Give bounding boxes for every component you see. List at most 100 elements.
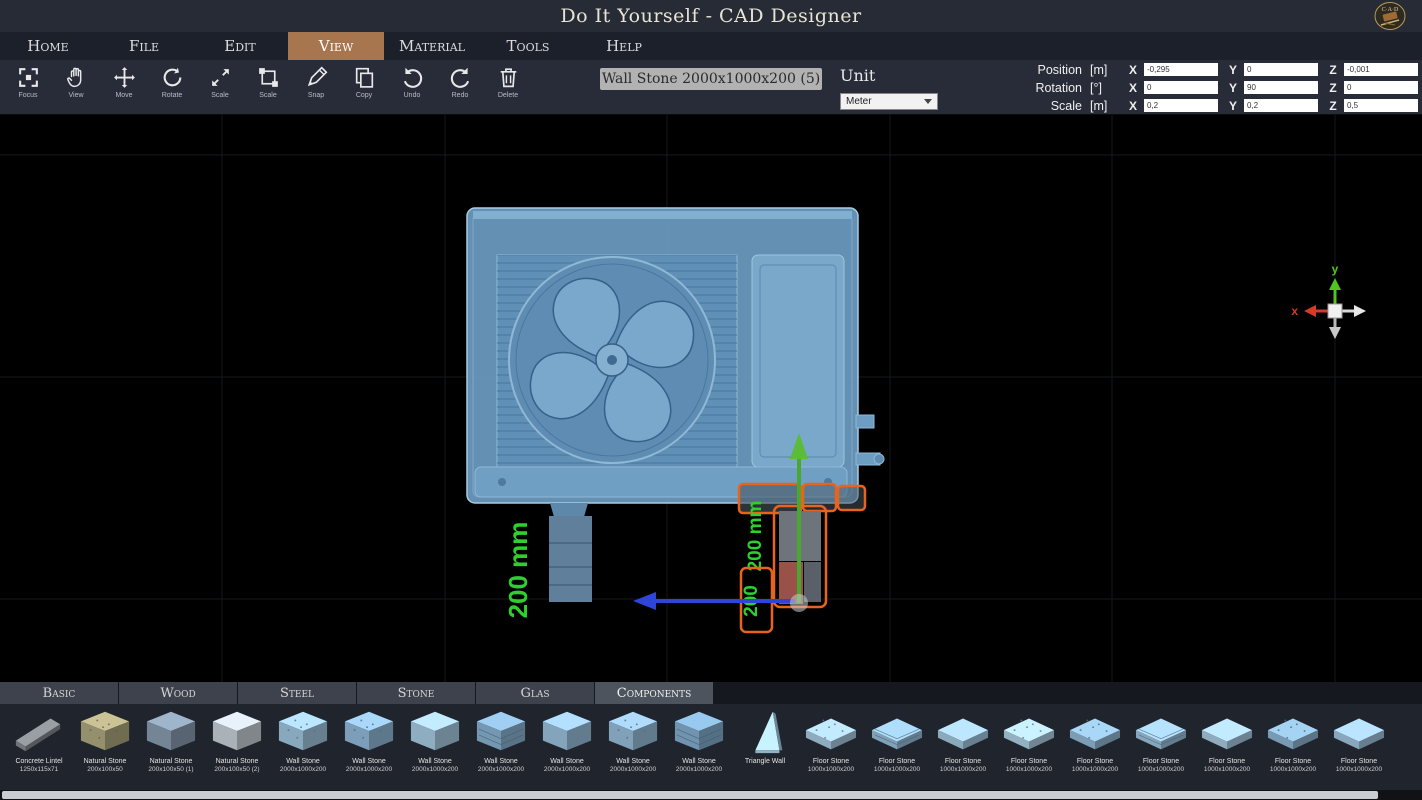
palette-thumbnail — [999, 706, 1059, 758]
palette-item[interactable]: Wall Stone2000x1000x200 — [468, 706, 534, 790]
palette-thumbnail — [603, 706, 663, 758]
toolbar-button-undo[interactable]: Undo — [388, 60, 436, 114]
toolbar-button-move[interactable]: Move — [100, 60, 148, 114]
palette-thumbnail — [669, 706, 729, 758]
tab-stone[interactable]: Stone — [357, 682, 475, 704]
transform-row-rotation: Rotation[°]XYZ — [1035, 80, 1418, 95]
palette-item[interactable]: Floor Stone1000x1000x200 — [1260, 706, 1326, 790]
palette-item-name: Floor Stone — [1209, 758, 1245, 766]
toolbar-button-snap[interactable]: Snap — [292, 60, 340, 114]
rotation-x-input[interactable] — [1144, 81, 1218, 94]
unit-dropdown-value: Meter — [846, 96, 872, 107]
palette-item-name: Wall Stone — [484, 758, 518, 766]
position-z-input[interactable] — [1344, 63, 1418, 76]
ac-unit-model[interactable] — [467, 208, 884, 517]
palette-item-name: Floor Stone — [1143, 758, 1179, 766]
palette-item[interactable]: Wall Stone2000x1000x200 — [402, 706, 468, 790]
menu-item-help[interactable]: Help — [576, 32, 672, 60]
position-x-input[interactable] — [1144, 63, 1218, 76]
toolbar-button-label: Focus — [18, 92, 37, 99]
palette-item[interactable]: Floor Stone1000x1000x200 — [1194, 706, 1260, 790]
toolbar-button-rotate[interactable]: Rotate — [148, 60, 196, 114]
palette-scrollbar[interactable] — [0, 790, 1422, 800]
palette-item[interactable]: Concrete Lintel1250x115x71 — [6, 706, 72, 790]
menu-bar: HomeFileEditViewMaterialToolsHelp — [0, 32, 1422, 60]
menu-item-view[interactable]: View — [288, 32, 384, 60]
palette-item-name: Floor Stone — [1275, 758, 1311, 766]
undo-icon — [400, 65, 425, 90]
palette-item[interactable]: Wall Stone2000x1000x200 — [270, 706, 336, 790]
palette-item[interactable]: Floor Stone1000x1000x200 — [1128, 706, 1194, 790]
menu-item-file[interactable]: File — [96, 32, 192, 60]
palette-item-size: 2000x1000x200 — [544, 766, 590, 774]
rotation-z-input[interactable] — [1344, 81, 1418, 94]
scrollbar-thumb[interactable] — [2, 791, 1378, 799]
rotate-icon — [160, 65, 185, 90]
menu-item-edit[interactable]: Edit — [192, 32, 288, 60]
svg-text:C·A·D: C·A·D — [1382, 7, 1399, 13]
toolbar-button-copy[interactable]: Copy — [340, 60, 388, 114]
palette-item[interactable]: Floor Stone1000x1000x200 — [1326, 706, 1392, 790]
viewport-3d[interactable]: 200 mm 200 mm 200 y x — [0, 115, 1422, 682]
palette-item[interactable]: Floor Stone1000x1000x200 — [798, 706, 864, 790]
palette-item[interactable]: Triangle Wall — [732, 706, 798, 790]
tab-components[interactable]: Components — [595, 682, 713, 704]
toolbar-button-label: Scale — [259, 92, 277, 99]
palette-item[interactable]: Natural Stone200x100x50 — [72, 706, 138, 790]
toolbar-button-label: Rotate — [162, 92, 183, 99]
gizmo-cube[interactable] — [1328, 304, 1342, 318]
snap-icon — [304, 65, 329, 90]
palette-thumbnail — [867, 706, 927, 758]
toolbar-button-focus[interactable]: Focus — [4, 60, 52, 114]
tab-glas[interactable]: Glas — [476, 682, 594, 704]
palette-item[interactable]: Floor Stone1000x1000x200 — [930, 706, 996, 790]
position-y-input[interactable] — [1244, 63, 1318, 76]
palette-item[interactable]: Floor Stone1000x1000x200 — [996, 706, 1062, 790]
rotation-y-input[interactable] — [1244, 81, 1318, 94]
axis-label-z: Z — [1327, 81, 1339, 95]
palette-thumbnail — [537, 706, 597, 758]
palette-item-name: Triangle Wall — [745, 758, 785, 766]
palette-thumbnail — [1131, 706, 1191, 758]
tab-steel[interactable]: Steel — [238, 682, 356, 704]
orientation-gizmo[interactable]: y x — [1291, 262, 1366, 339]
palette-item-name: Wall Stone — [682, 758, 716, 766]
scale-x-input[interactable] — [1144, 99, 1218, 112]
palette-thumbnail — [339, 706, 399, 758]
menu-item-home[interactable]: Home — [0, 32, 96, 60]
palette-item-name: Natural Stone — [84, 758, 127, 766]
palette-item-size: 1000x1000x200 — [1006, 766, 1052, 774]
scale-y-input[interactable] — [1244, 99, 1318, 112]
palette-item[interactable]: Wall Stone2000x1000x200 — [534, 706, 600, 790]
palette-item-name: Floor Stone — [879, 758, 915, 766]
gizmo-origin-handle[interactable] — [790, 594, 808, 612]
axis-label-x: X — [1127, 63, 1139, 77]
toolbar: Focus ViewMove Rotate Scale Scale SnapCopyUnd… — [0, 60, 1422, 115]
toolbar-button-scale[interactable]: Scale — [244, 60, 292, 114]
tab-wood[interactable]: Wood — [119, 682, 237, 704]
chevron-down-icon — [924, 99, 932, 104]
toolbar-button-delete[interactable]: Delete — [484, 60, 532, 114]
menu-item-material[interactable]: Material — [384, 32, 480, 60]
palette-item[interactable]: Wall Stone2000x1000x200 — [336, 706, 402, 790]
palette-item[interactable]: Wall Stone2000x1000x200 — [600, 706, 666, 790]
toolbar-button-scale[interactable]: Scale — [196, 60, 244, 114]
unit-dropdown[interactable]: Meter — [840, 93, 938, 110]
app-logo-icon: C·A·D — [1366, 0, 1414, 32]
scale-z-input[interactable] — [1344, 99, 1418, 112]
palette-item-size: 2000x1000x200 — [676, 766, 722, 774]
toolbar-button-redo[interactable]: Redo — [436, 60, 484, 114]
palette-item-size: 2000x1000x200 — [610, 766, 656, 774]
palette-item[interactable]: Natural Stone200x100x50 (1) — [138, 706, 204, 790]
transform-row-unit: [m] — [1090, 99, 1118, 113]
stone-blocks[interactable] — [549, 516, 592, 602]
palette-item[interactable]: Floor Stone1000x1000x200 — [864, 706, 930, 790]
palette-item[interactable]: Floor Stone1000x1000x200 — [1062, 706, 1128, 790]
palette-item[interactable]: Wall Stone2000x1000x200 — [666, 706, 732, 790]
x-axis-arrow[interactable] — [633, 592, 656, 610]
palette-item[interactable]: Natural Stone200x100x50 (2) — [204, 706, 270, 790]
tab-basic[interactable]: Basic — [0, 682, 118, 704]
palette-item-name: Wall Stone — [286, 758, 320, 766]
toolbar-button-view[interactable]: View — [52, 60, 100, 114]
menu-item-tools[interactable]: Tools — [480, 32, 576, 60]
